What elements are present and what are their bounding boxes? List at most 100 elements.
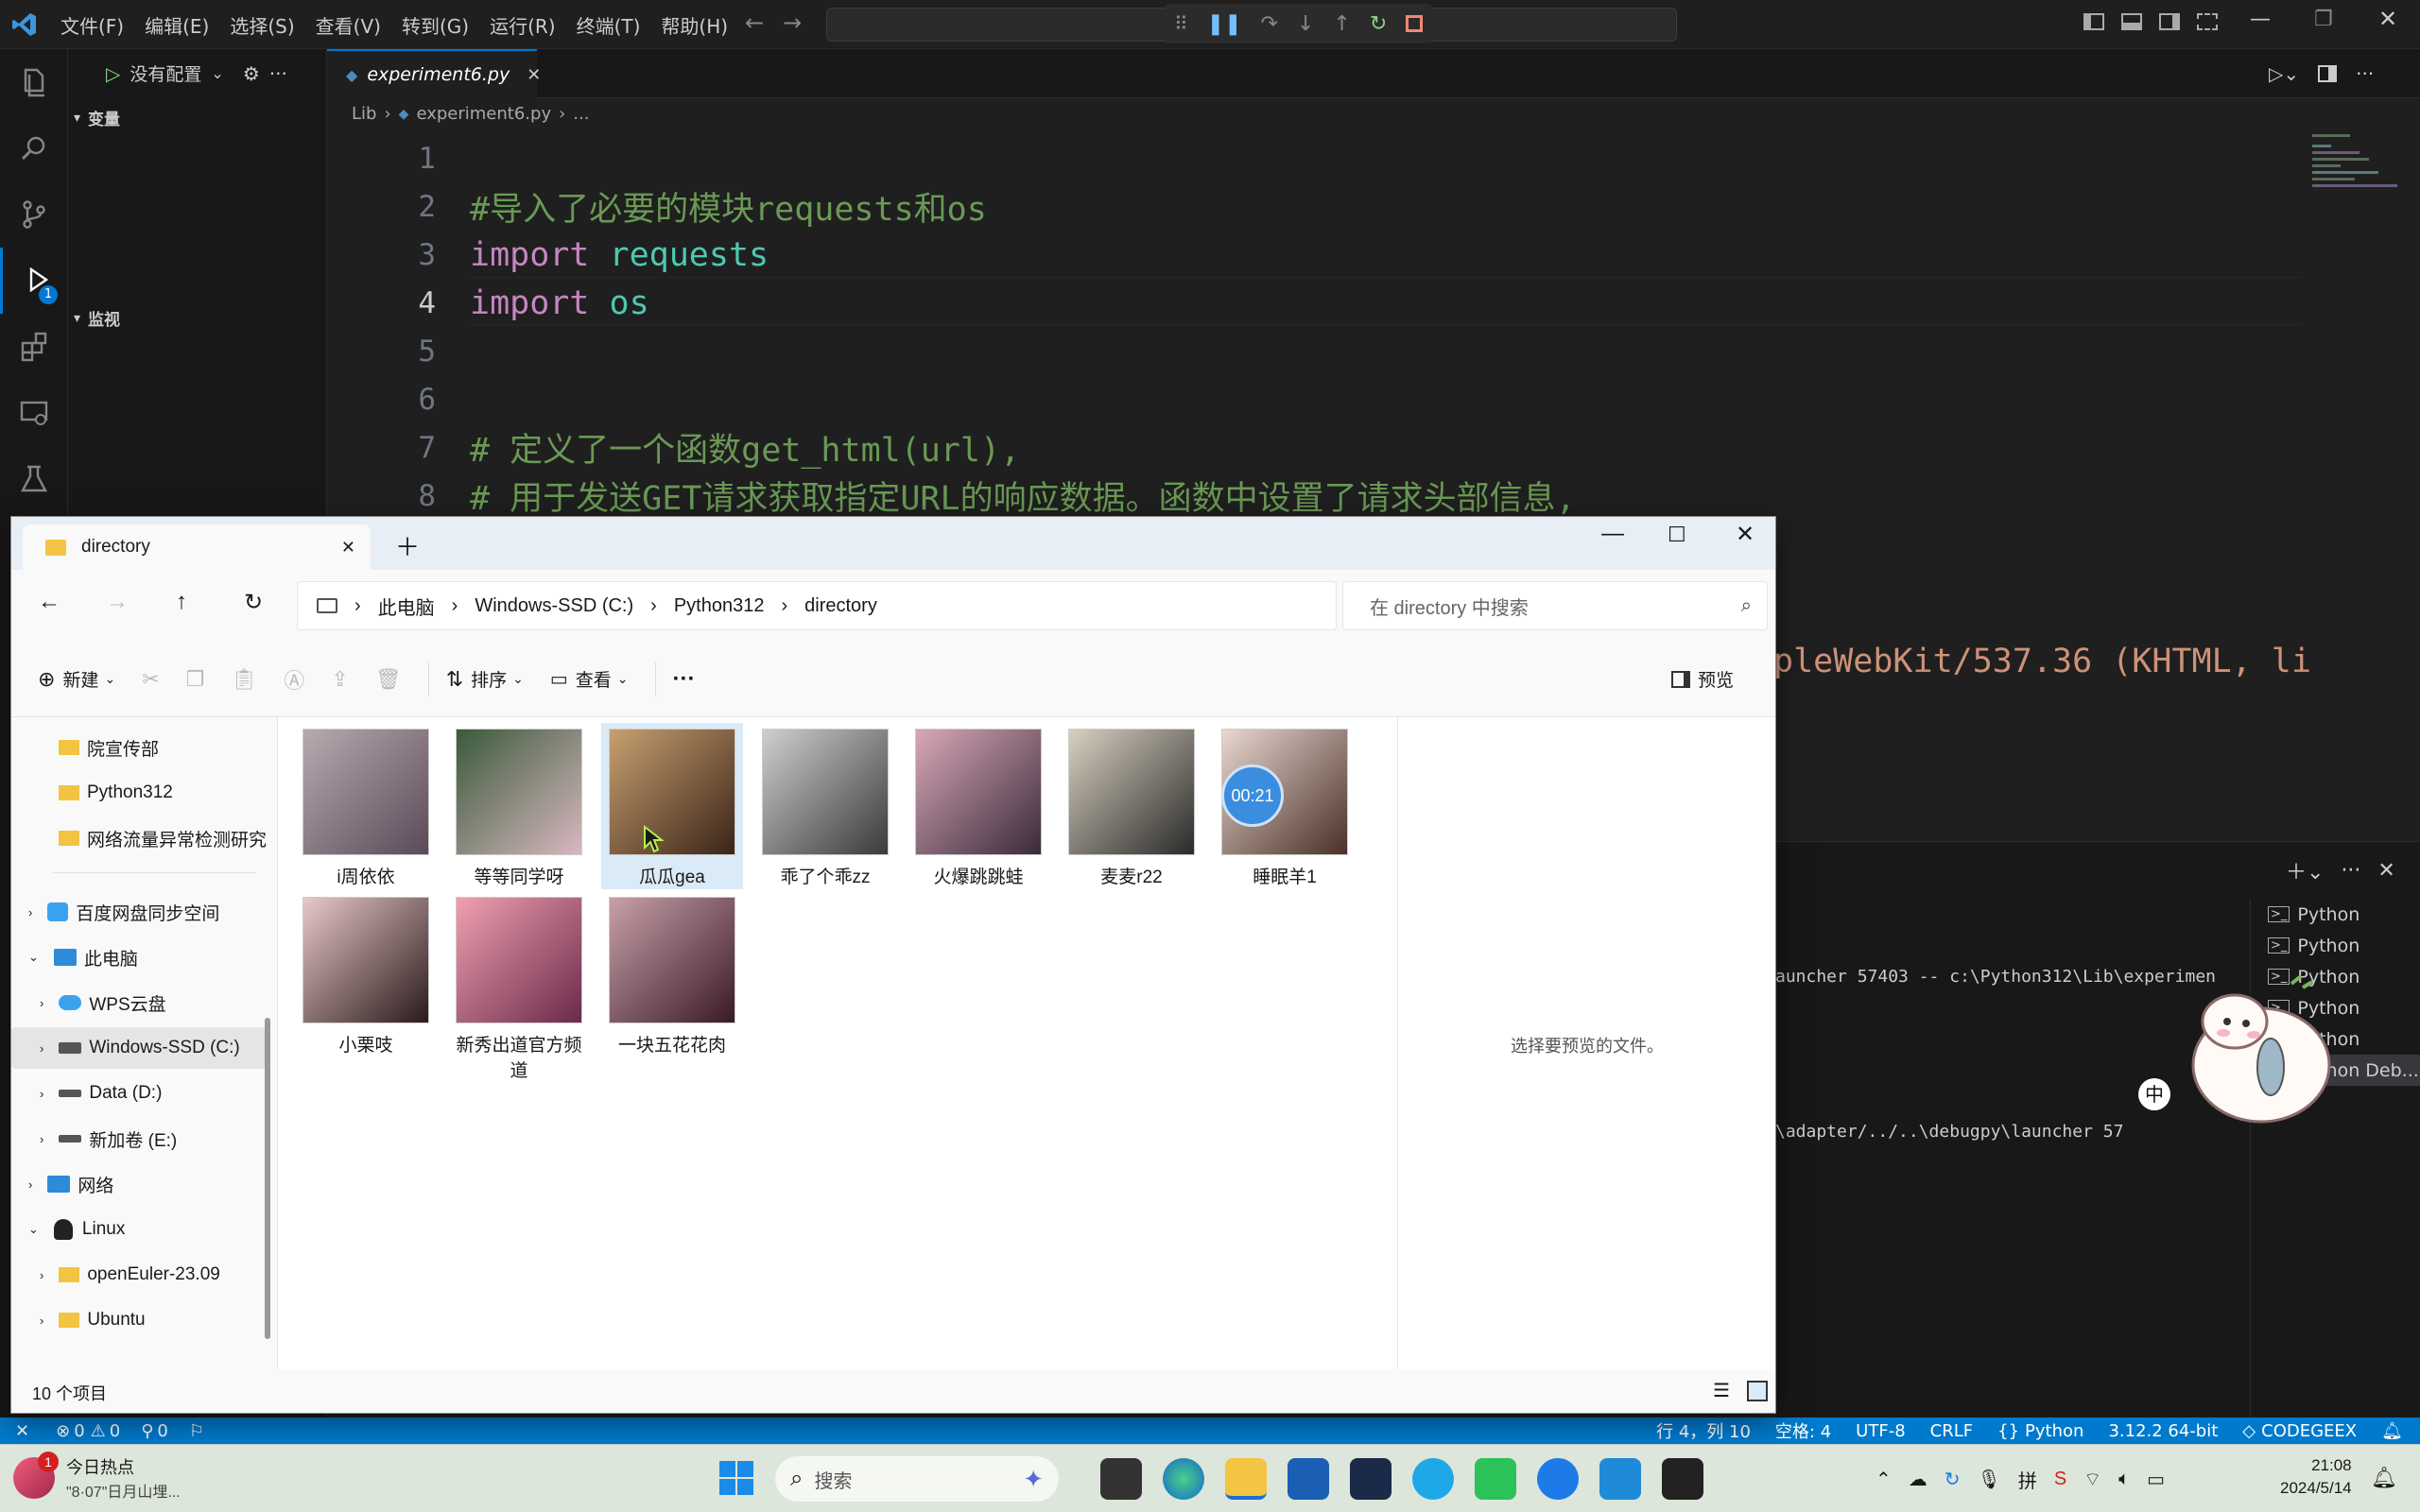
stop-icon[interactable]	[1406, 15, 1424, 32]
ie-browser-icon[interactable]	[1412, 1458, 1454, 1500]
menu-view[interactable]: 查看(V)	[316, 11, 381, 39]
clock[interactable]: 21:08 2024/5/14	[2280, 1454, 2352, 1500]
testing-icon[interactable]	[0, 446, 68, 512]
share-icon[interactable]: ⇪	[331, 667, 348, 692]
pause-icon[interactable]: ❚❚	[1207, 12, 1242, 36]
toggle-panel-icon[interactable]	[2121, 13, 2142, 30]
code-line[interactable]: 3 import requests	[327, 231, 769, 279]
delete-icon[interactable]: 🗑︎	[375, 667, 402, 692]
terminal-taskbar-icon[interactable]	[1662, 1458, 1703, 1500]
breadcrumb-symbol[interactable]: ...	[573, 104, 589, 124]
nav-item-openeuler[interactable]: › openEuler-23.09	[11, 1254, 267, 1296]
step-out-icon[interactable]: ↑	[1333, 12, 1350, 36]
new-tab-icon[interactable]: ＋	[395, 528, 420, 563]
file-tile[interactable]: 新秀出道官方频道	[448, 897, 590, 1082]
file-tile[interactable]: 乖了个乖zz	[754, 729, 896, 888]
gear-icon[interactable]: ⚙	[243, 62, 260, 85]
errors-count[interactable]: 0	[74, 1421, 84, 1441]
more-icon[interactable]: ···	[2341, 859, 2360, 883]
file-tile[interactable]: i周依依	[295, 729, 437, 888]
nav-back-icon[interactable]: ←	[745, 9, 764, 36]
file-tile-selected[interactable]: 瓜瓜gea	[601, 723, 743, 889]
indentation[interactable]: 空格: 4	[1775, 1418, 1831, 1443]
step-over-icon[interactable]: ↷	[1261, 12, 1278, 36]
news-widget[interactable]: 1 今日热点 "8·07"日月山埋...	[13, 1452, 181, 1502]
forward-icon[interactable]: →	[106, 589, 129, 615]
toggle-secondary-sidebar-icon[interactable]	[2159, 13, 2180, 30]
minimap[interactable]	[2303, 127, 2407, 278]
file-tile[interactable]: 等等同学呀	[448, 729, 590, 888]
cut-icon[interactable]: ✂	[142, 667, 159, 692]
close-icon[interactable]: ✕	[2378, 6, 2397, 32]
wechat-icon[interactable]	[1475, 1458, 1516, 1500]
nav-item-folder[interactable]: 院宣传部	[11, 727, 267, 768]
feishu-icon[interactable]	[1537, 1458, 1579, 1500]
encoding[interactable]: UTF-8	[1856, 1421, 1905, 1441]
sync-icon[interactable]: ↻	[1945, 1468, 1961, 1491]
explorer-icon[interactable]	[0, 49, 68, 115]
menu-go[interactable]: 转到(G)	[402, 11, 469, 39]
battery-icon[interactable]: ▭	[2147, 1468, 2165, 1491]
view-button[interactable]: ▭ 查看 ⌄	[550, 666, 629, 692]
notification-bell-icon[interactable]: 🔔︎	[2371, 1466, 2397, 1490]
drag-handle-icon[interactable]: ⠿	[1174, 12, 1188, 35]
breadcrumb-drive-c[interactable]: Windows-SSD (C:)	[475, 595, 633, 617]
more-actions-icon[interactable]: ···	[2356, 62, 2374, 85]
ime-icon[interactable]: 拼	[2018, 1466, 2037, 1493]
search-input[interactable]: 在 directory 中搜索 ⌕	[1342, 581, 1768, 630]
breadcrumb-file[interactable]: experiment6.py	[416, 104, 551, 124]
nav-item-baidu[interactable]: › 百度网盘同步空间	[11, 891, 267, 933]
refresh-icon[interactable]: ↻	[244, 589, 263, 616]
code-line[interactable]: 4 import os	[327, 279, 648, 327]
menu-file[interactable]: 文件(F)	[60, 11, 124, 39]
edge-icon[interactable]	[1163, 1458, 1204, 1500]
breadcrumb-directory[interactable]: directory	[804, 595, 877, 617]
customize-layout-icon[interactable]	[2197, 13, 2218, 30]
nav-item-folder[interactable]: 网络流量异常检测研究	[11, 817, 267, 859]
codegeex-status[interactable]: ◇ CODEGEEX	[2242, 1421, 2357, 1441]
more-icon[interactable]: ···	[269, 62, 287, 85]
nav-item-this-pc[interactable]: ⌄ 此电脑	[11, 936, 267, 978]
run-debug-icon[interactable]: 1	[0, 248, 68, 314]
breadcrumb-this-pc[interactable]: 此电脑	[378, 593, 435, 620]
sort-button[interactable]: ⇅ 排序 ⌄	[446, 666, 524, 692]
run-debug-file-icon[interactable]: ▷⌄	[2269, 62, 2299, 85]
nav-scrollbar[interactable]	[265, 1018, 270, 1339]
toggle-sidebar-icon[interactable]	[2083, 13, 2104, 30]
close-icon[interactable]: ✕	[1736, 521, 1754, 548]
source-control-icon[interactable]	[0, 181, 68, 248]
nav-forward-icon[interactable]: →	[783, 9, 802, 36]
extensions-icon[interactable]	[0, 314, 68, 380]
close-panel-icon[interactable]: ✕	[2377, 859, 2394, 883]
wifi-icon[interactable]: ⌔	[2083, 1468, 2101, 1491]
menu-run[interactable]: 运行(R)	[490, 11, 556, 39]
ports-count[interactable]: 0	[157, 1421, 167, 1441]
onedrive-icon[interactable]: ☁	[1909, 1468, 1927, 1491]
file-tile[interactable]: 火爆跳跳蛙	[908, 729, 1049, 888]
file-tile[interactable]: 一块五花花肉	[601, 897, 743, 1057]
address-breadcrumb[interactable]: › 此电脑 › Windows-SSD (C:) › Python312 › d…	[297, 581, 1337, 630]
restart-icon[interactable]: ↻	[1370, 12, 1387, 36]
remote-icon[interactable]: ✕	[15, 1421, 29, 1441]
breadcrumb-lib[interactable]: Lib	[352, 104, 376, 124]
volume-icon[interactable]: 🔈︎	[2118, 1469, 2130, 1490]
menu-help[interactable]: 帮助(H)	[661, 11, 728, 39]
file-tile[interactable]: 麦麦r22	[1061, 729, 1202, 888]
python-interpreter[interactable]: 3.12.2 64-bit	[2108, 1421, 2218, 1441]
file-tile[interactable]: 小栗吱	[295, 897, 437, 1057]
microsoft-store-icon[interactable]	[1288, 1458, 1329, 1500]
details-view-icon[interactable]: ☰	[1713, 1379, 1730, 1402]
wps-icon[interactable]: S	[2054, 1469, 2066, 1490]
copy-icon[interactable]: ❐	[186, 667, 205, 692]
split-editor-icon[interactable]	[2318, 65, 2338, 82]
restore-icon[interactable]: ❐	[2314, 8, 2333, 31]
close-tab-icon[interactable]: ✕	[341, 538, 355, 558]
nav-item-ubuntu[interactable]: › Ubuntu	[11, 1299, 267, 1341]
code-area[interactable]: 1 2 #导入了必要的模块requests和os 3 import requests 4 i…	[327, 134, 2303, 550]
nav-item-network[interactable]: › 网络	[11, 1163, 267, 1205]
paste-icon[interactable]: 📋︎	[231, 667, 257, 692]
maximize-icon[interactable]: ☐	[1668, 523, 1686, 547]
ime-badge[interactable]: 中	[2138, 1078, 2170, 1110]
start-button[interactable]	[718, 1460, 754, 1496]
rename-icon[interactable]: Ⓐ	[284, 664, 304, 695]
